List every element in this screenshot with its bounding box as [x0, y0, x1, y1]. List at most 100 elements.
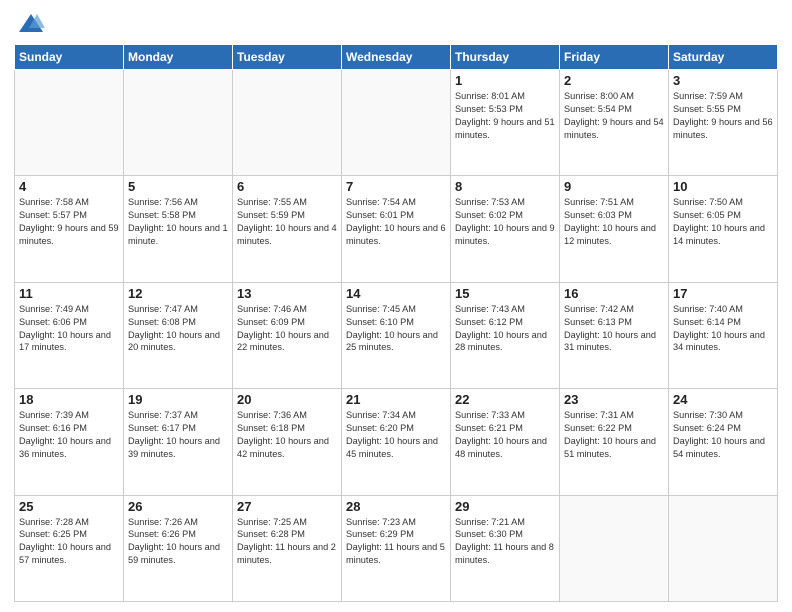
day-number: 15	[455, 286, 555, 301]
day-cell: 1 Sunrise: 8:01 AM Sunset: 5:53 PM Daylig…	[451, 70, 560, 176]
day-info: Sunrise: 7:36 AM Sunset: 6:18 PM Dayligh…	[237, 409, 337, 461]
day-cell: 11 Sunrise: 7:49 AM Sunset: 6:06 PM Dayli…	[15, 282, 124, 388]
day-header-monday: Monday	[124, 45, 233, 70]
day-info: Sunrise: 7:53 AM Sunset: 6:02 PM Dayligh…	[455, 196, 555, 248]
day-cell: 29 Sunrise: 7:21 AM Sunset: 6:30 PM Dayli…	[451, 495, 560, 601]
day-info: Sunrise: 8:01 AM Sunset: 5:53 PM Dayligh…	[455, 90, 555, 142]
day-number: 9	[564, 179, 664, 194]
day-number: 4	[19, 179, 119, 194]
day-cell: 15 Sunrise: 7:43 AM Sunset: 6:12 PM Dayli…	[451, 282, 560, 388]
day-info: Sunrise: 7:31 AM Sunset: 6:22 PM Dayligh…	[564, 409, 664, 461]
day-info: Sunrise: 7:49 AM Sunset: 6:06 PM Dayligh…	[19, 303, 119, 355]
day-cell: 2 Sunrise: 8:00 AM Sunset: 5:54 PM Daylig…	[560, 70, 669, 176]
day-cell	[233, 70, 342, 176]
week-row-0: 1 Sunrise: 8:01 AM Sunset: 5:53 PM Daylig…	[15, 70, 778, 176]
day-number: 1	[455, 73, 555, 88]
day-number: 7	[346, 179, 446, 194]
day-header-thursday: Thursday	[451, 45, 560, 70]
day-info: Sunrise: 7:26 AM Sunset: 6:26 PM Dayligh…	[128, 516, 228, 568]
days-header-row: SundayMondayTuesdayWednesdayThursdayFrid…	[15, 45, 778, 70]
day-header-tuesday: Tuesday	[233, 45, 342, 70]
day-info: Sunrise: 8:00 AM Sunset: 5:54 PM Dayligh…	[564, 90, 664, 142]
day-number: 13	[237, 286, 337, 301]
day-cell: 26 Sunrise: 7:26 AM Sunset: 6:26 PM Dayli…	[124, 495, 233, 601]
day-number: 28	[346, 499, 446, 514]
day-number: 21	[346, 392, 446, 407]
day-info: Sunrise: 7:54 AM Sunset: 6:01 PM Dayligh…	[346, 196, 446, 248]
day-header-saturday: Saturday	[669, 45, 778, 70]
day-cell: 18Sunrise: 7:39 AM Sunset: 6:16 PM Dayli…	[15, 389, 124, 495]
week-row-1: 4Sunrise: 7:58 AM Sunset: 5:57 PM Daylig…	[15, 176, 778, 282]
day-info: Sunrise: 7:55 AM Sunset: 5:59 PM Dayligh…	[237, 196, 337, 248]
day-cell: 14 Sunrise: 7:45 AM Sunset: 6:10 PM Dayli…	[342, 282, 451, 388]
calendar-table: SundayMondayTuesdayWednesdayThursdayFrid…	[14, 44, 778, 602]
day-info: Sunrise: 7:28 AM Sunset: 6:25 PM Dayligh…	[19, 516, 119, 568]
day-info: Sunrise: 7:45 AM Sunset: 6:10 PM Dayligh…	[346, 303, 446, 355]
day-number: 3	[673, 73, 773, 88]
day-cell: 6 Sunrise: 7:55 AM Sunset: 5:59 PM Daylig…	[233, 176, 342, 282]
day-info: Sunrise: 7:42 AM Sunset: 6:13 PM Dayligh…	[564, 303, 664, 355]
day-info: Sunrise: 7:47 AM Sunset: 6:08 PM Dayligh…	[128, 303, 228, 355]
logo-icon	[17, 10, 45, 38]
day-number: 23	[564, 392, 664, 407]
day-cell: 13 Sunrise: 7:46 AM Sunset: 6:09 PM Dayli…	[233, 282, 342, 388]
day-cell: 19 Sunrise: 7:37 AM Sunset: 6:17 PM Dayli…	[124, 389, 233, 495]
day-cell: 5Sunrise: 7:56 AM Sunset: 5:58 PM Daylig…	[124, 176, 233, 282]
day-cell: 7 Sunrise: 7:54 AM Sunset: 6:01 PM Daylig…	[342, 176, 451, 282]
day-number: 26	[128, 499, 228, 514]
day-cell	[124, 70, 233, 176]
day-cell: 21Sunrise: 7:34 AM Sunset: 6:20 PM Dayli…	[342, 389, 451, 495]
week-row-4: 25 Sunrise: 7:28 AM Sunset: 6:25 PM Dayli…	[15, 495, 778, 601]
week-row-3: 18Sunrise: 7:39 AM Sunset: 6:16 PM Dayli…	[15, 389, 778, 495]
day-info: Sunrise: 7:40 AM Sunset: 6:14 PM Dayligh…	[673, 303, 773, 355]
day-cell: 27Sunrise: 7:25 AM Sunset: 6:28 PM Dayli…	[233, 495, 342, 601]
day-info: Sunrise: 7:21 AM Sunset: 6:30 PM Dayligh…	[455, 516, 555, 568]
day-info: Sunrise: 7:23 AM Sunset: 6:29 PM Dayligh…	[346, 516, 446, 568]
day-number: 8	[455, 179, 555, 194]
day-header-wednesday: Wednesday	[342, 45, 451, 70]
day-number: 11	[19, 286, 119, 301]
day-header-friday: Friday	[560, 45, 669, 70]
day-number: 12	[128, 286, 228, 301]
day-cell: 24 Sunrise: 7:30 AM Sunset: 6:24 PM Dayli…	[669, 389, 778, 495]
day-cell	[342, 70, 451, 176]
day-number: 25	[19, 499, 119, 514]
day-info: Sunrise: 7:46 AM Sunset: 6:09 PM Dayligh…	[237, 303, 337, 355]
day-number: 17	[673, 286, 773, 301]
logo	[14, 10, 45, 38]
day-info: Sunrise: 7:43 AM Sunset: 6:12 PM Dayligh…	[455, 303, 555, 355]
day-cell: 8 Sunrise: 7:53 AM Sunset: 6:02 PM Daylig…	[451, 176, 560, 282]
week-row-2: 11 Sunrise: 7:49 AM Sunset: 6:06 PM Dayli…	[15, 282, 778, 388]
day-info: Sunrise: 7:51 AM Sunset: 6:03 PM Dayligh…	[564, 196, 664, 248]
day-number: 22	[455, 392, 555, 407]
day-info: Sunrise: 7:25 AM Sunset: 6:28 PM Dayligh…	[237, 516, 337, 568]
day-cell: 23 Sunrise: 7:31 AM Sunset: 6:22 PM Dayli…	[560, 389, 669, 495]
day-cell: 20Sunrise: 7:36 AM Sunset: 6:18 PM Dayli…	[233, 389, 342, 495]
day-info: Sunrise: 7:30 AM Sunset: 6:24 PM Dayligh…	[673, 409, 773, 461]
day-number: 16	[564, 286, 664, 301]
day-number: 18	[19, 392, 119, 407]
day-cell: 25 Sunrise: 7:28 AM Sunset: 6:25 PM Dayli…	[15, 495, 124, 601]
calendar-body: 1 Sunrise: 8:01 AM Sunset: 5:53 PM Daylig…	[15, 70, 778, 602]
day-cell	[560, 495, 669, 601]
day-cell: 22 Sunrise: 7:33 AM Sunset: 6:21 PM Dayli…	[451, 389, 560, 495]
day-cell	[15, 70, 124, 176]
day-number: 2	[564, 73, 664, 88]
day-number: 6	[237, 179, 337, 194]
day-cell: 10Sunrise: 7:50 AM Sunset: 6:05 PM Dayli…	[669, 176, 778, 282]
day-cell: 12 Sunrise: 7:47 AM Sunset: 6:08 PM Dayli…	[124, 282, 233, 388]
day-number: 10	[673, 179, 773, 194]
day-number: 29	[455, 499, 555, 514]
day-header-sunday: Sunday	[15, 45, 124, 70]
day-info: Sunrise: 7:37 AM Sunset: 6:17 PM Dayligh…	[128, 409, 228, 461]
day-info: Sunrise: 7:33 AM Sunset: 6:21 PM Dayligh…	[455, 409, 555, 461]
day-cell: 16 Sunrise: 7:42 AM Sunset: 6:13 PM Dayli…	[560, 282, 669, 388]
day-number: 24	[673, 392, 773, 407]
day-cell: 9 Sunrise: 7:51 AM Sunset: 6:03 PM Daylig…	[560, 176, 669, 282]
day-cell	[669, 495, 778, 601]
day-number: 19	[128, 392, 228, 407]
day-number: 14	[346, 286, 446, 301]
day-info: Sunrise: 7:56 AM Sunset: 5:58 PM Dayligh…	[128, 196, 228, 248]
day-cell: 3 Sunrise: 7:59 AM Sunset: 5:55 PM Daylig…	[669, 70, 778, 176]
day-info: Sunrise: 7:59 AM Sunset: 5:55 PM Dayligh…	[673, 90, 773, 142]
